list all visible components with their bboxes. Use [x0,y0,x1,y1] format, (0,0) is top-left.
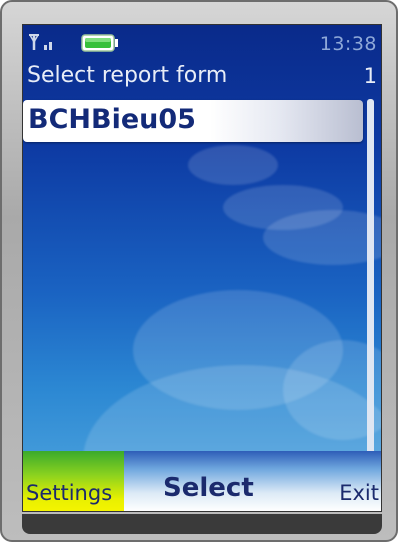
phone-frame: 13:38 Select report form 1 BCHBieu05 Set… [0,0,398,542]
exit-softkey[interactable]: Exit [339,481,379,505]
background-bokeh [188,145,278,185]
battery-icon [81,34,118,52]
phone-bottom-bezel [22,514,382,534]
phone-screen: 13:38 Select report form 1 BCHBieu05 Set… [22,24,382,512]
list-item-label: BCHBieu05 [28,104,196,135]
scrollbar-thumb[interactable] [367,99,374,469]
settings-softkey[interactable]: Settings [23,451,124,511]
signal-strength-icon [29,34,52,50]
status-bar: 13:38 [23,25,381,59]
screen-header: Select report form 1 [23,61,381,95]
list-item-selected[interactable]: BCHBieu05 [23,100,363,142]
item-count: 1 [363,64,377,88]
report-form-list: BCHBieu05 [23,100,367,142]
background-bokeh [263,210,381,265]
clock: 13:38 [319,33,377,55]
softkey-bar: Settings Select Exit [23,451,381,511]
page-title: Select report form [27,63,228,88]
settings-softkey-label: Settings [26,481,113,505]
select-softkey[interactable]: Select [163,473,254,503]
scrollbar[interactable] [367,99,374,469]
